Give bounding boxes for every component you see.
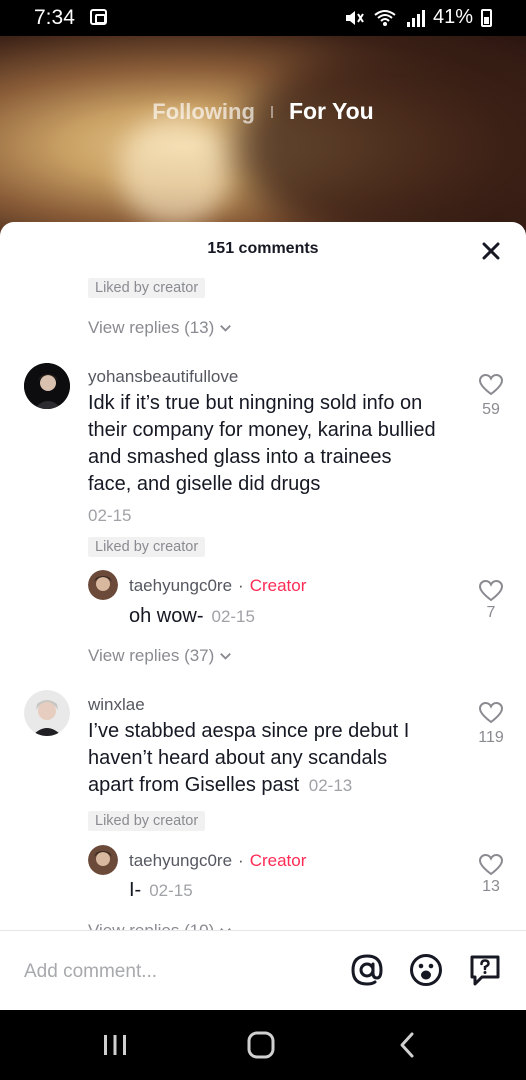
- reply-text: oh wow- 02-15: [129, 603, 479, 630]
- liked-by-creator-chip: Liked by creator: [88, 811, 206, 831]
- comment-username[interactable]: winxlae: [88, 695, 145, 715]
- separator-dot: ·: [238, 576, 244, 595]
- avatar-image: [24, 363, 70, 409]
- reply-avatar-image: [88, 845, 118, 875]
- view-replies-label: View replies (37): [88, 646, 215, 665]
- reply-header: taehyungc0re · Creator: [129, 576, 306, 596]
- video-background[interactable]: Following For You: [0, 36, 526, 236]
- avatar-image: [24, 690, 70, 736]
- comments-list[interactable]: Liked by creator View replies (13) yohan…: [0, 274, 526, 934]
- reply-date: 02-15: [149, 881, 193, 900]
- reply-body: I-: [129, 879, 142, 901]
- question-reply-icon[interactable]: [468, 953, 502, 987]
- comment-username[interactable]: yohansbeautifullove: [88, 367, 238, 387]
- like-heart-icon[interactable]: [479, 374, 503, 396]
- creator-badge: Creator: [249, 851, 307, 870]
- signal-icon: [406, 9, 425, 27]
- comment-input-bar: Add comment...: [0, 930, 526, 1010]
- comment-text: I’ve stabbed aespa since pre debut I hav…: [88, 718, 438, 799]
- video-highlight: [120, 116, 230, 226]
- view-replies-button[interactable]: View replies (37): [88, 646, 233, 666]
- comment-text: Idk if it’s true but ningning sold info …: [88, 390, 438, 498]
- like-heart-icon[interactable]: [479, 854, 503, 876]
- liked-by-creator-chip: Liked by creator: [88, 537, 206, 557]
- close-icon[interactable]: [476, 236, 506, 266]
- comment-date: 02-15: [88, 506, 132, 525]
- reply-header: taehyungc0re · Creator: [129, 851, 306, 871]
- tab-divider: [270, 105, 273, 118]
- comment-body: Idk if it’s true but ningning sold info …: [88, 392, 436, 495]
- creator-badge: Creator: [249, 576, 307, 595]
- comment-date: 02-13: [308, 776, 353, 795]
- liked-by-creator-chip: Liked by creator: [88, 278, 206, 298]
- separator-dot: ·: [238, 851, 244, 870]
- status-bar: 7:34 41%: [0, 0, 526, 36]
- view-replies-button[interactable]: View replies (13): [88, 318, 233, 338]
- home-icon[interactable]: [244, 1030, 278, 1060]
- reply-text: I- 02-15: [129, 877, 479, 904]
- battery-icon: [481, 8, 492, 27]
- avatar[interactable]: [24, 690, 70, 736]
- chevron-down-icon: [220, 324, 232, 332]
- screenshot-notification-icon: [90, 9, 107, 25]
- status-icons: 41%: [343, 6, 492, 29]
- status-time: 7:34: [34, 6, 75, 29]
- tab-following[interactable]: Following: [152, 99, 255, 125]
- feed-tabs: Following For You: [0, 98, 526, 125]
- mention-icon[interactable]: [350, 953, 384, 987]
- reply-date: 02-15: [211, 607, 255, 626]
- video-shadow: [236, 46, 526, 236]
- mute-icon: [345, 10, 364, 25]
- emoji-icon[interactable]: [409, 953, 443, 987]
- reply-body: oh wow-: [129, 605, 204, 627]
- reply-avatar[interactable]: [88, 570, 118, 600]
- reply-username[interactable]: taehyungc0re: [129, 576, 232, 596]
- add-comment-input[interactable]: Add comment...: [24, 961, 157, 983]
- battery-percent: 41%: [432, 6, 473, 28]
- reply-avatar-image: [88, 570, 118, 600]
- wifi-icon: [374, 9, 396, 26]
- reply-username[interactable]: taehyungc0re: [129, 851, 232, 871]
- like-count: 119: [478, 729, 504, 746]
- like-count: 7: [486, 604, 496, 621]
- system-nav-bar: [0, 1010, 526, 1080]
- view-replies-label: View replies (13): [88, 318, 215, 337]
- comments-count-title: 151 comments: [207, 240, 319, 257]
- like-count: 59: [482, 401, 500, 418]
- like-heart-icon[interactable]: [479, 580, 503, 602]
- tab-for-you[interactable]: For You: [289, 98, 374, 125]
- like-heart-icon[interactable]: [479, 702, 503, 724]
- comment-body: I’ve stabbed aespa since pre debut I hav…: [88, 720, 410, 796]
- chevron-down-icon: [220, 652, 232, 660]
- comments-sheet: 151 comments Liked by creator View repli…: [0, 222, 526, 1010]
- avatar[interactable]: [24, 363, 70, 409]
- recent-apps-icon[interactable]: [98, 1030, 132, 1060]
- like-count: 13: [482, 878, 500, 895]
- reply-avatar[interactable]: [88, 845, 118, 875]
- back-icon[interactable]: [392, 1030, 426, 1060]
